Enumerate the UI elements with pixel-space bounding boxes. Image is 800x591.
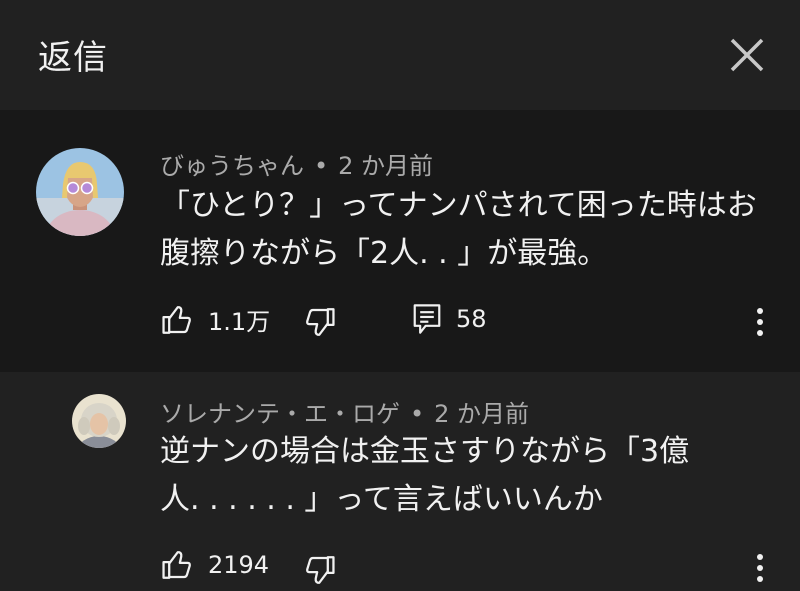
- reply-count: 58: [456, 305, 487, 333]
- avatar[interactable]: [72, 394, 126, 448]
- comment-text: 「ひとり？」ってナンパされて困った時はお 腹擦りながら「2人. . 」が最強。: [160, 188, 757, 271]
- thumbs-up-icon: [162, 305, 191, 334]
- reply-icon: [413, 304, 441, 334]
- parent-comment: びゅうちゃん • 2 か月前 「ひとり？」ってナンパされて困った時はお 腹擦りながら…: [0, 110, 800, 372]
- like-count: 2194: [208, 551, 270, 579]
- meta-separator: •: [314, 152, 329, 180]
- author-name[interactable]: びゅうちゃん: [160, 152, 304, 180]
- header-title: 返信: [38, 38, 108, 78]
- avatar[interactable]: [36, 148, 124, 236]
- dislike-button[interactable]: [302, 304, 338, 340]
- reply-comment: ソレナンテ・エ・ロゲ • 2 か月前 逆ナンの場合は金玉さすりながら「3億 人. .…: [0, 372, 800, 591]
- thumbs-up-icon: [162, 551, 191, 579]
- close-button[interactable]: [722, 30, 772, 80]
- like-button[interactable]: 2194: [160, 548, 269, 582]
- more-vert-icon: [757, 554, 763, 582]
- replies-button[interactable]: 58: [412, 302, 487, 336]
- thumbs-down-icon: [306, 556, 335, 584]
- like-count: 1.1万: [208, 308, 271, 336]
- more-options-button[interactable]: [744, 548, 776, 588]
- replies-header: 返信: [0, 0, 800, 108]
- comment-meta: びゅうちゃん • 2 か月前: [160, 146, 433, 181]
- author-name[interactable]: ソレナンテ・エ・ロゲ: [160, 400, 400, 428]
- meta-separator: •: [410, 400, 425, 428]
- more-options-button[interactable]: [744, 302, 776, 342]
- thumbs-down-icon: [306, 308, 335, 336]
- comment-text: 逆ナンの場合は金玉さすりながら「3億 人. . . . . . 」って言えばいい…: [160, 434, 690, 517]
- more-vert-icon: [757, 308, 763, 336]
- like-button[interactable]: 1.1万: [160, 302, 270, 337]
- comment-time: 2 か月前: [338, 152, 434, 180]
- dislike-button[interactable]: [302, 552, 338, 588]
- comment-time: 2 か月前: [434, 400, 530, 428]
- comment-meta: ソレナンテ・エ・ロゲ • 2 か月前: [160, 394, 529, 429]
- close-icon: [730, 38, 764, 72]
